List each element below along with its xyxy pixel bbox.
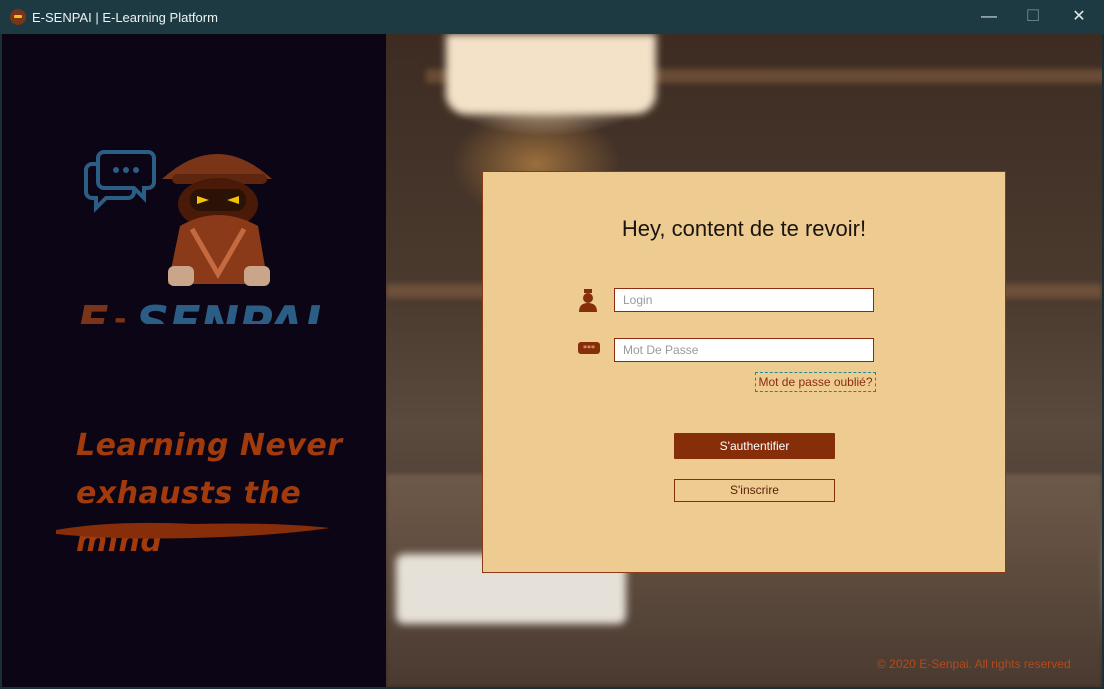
- login-card: Hey, content de te revoir! *** Mot de pa…: [482, 171, 1006, 573]
- forgot-password-link[interactable]: Mot de passe oublié?: [755, 372, 876, 392]
- lamp-shade: [446, 34, 656, 114]
- svg-text:E: E: [77, 296, 108, 324]
- logo-wordmark: E - SENPAI: [77, 296, 321, 324]
- tagline: Learning Never exhausts the mind: [76, 422, 376, 566]
- close-button[interactable]: ✕: [1056, 0, 1102, 34]
- brush-stroke-decoration: [56, 522, 330, 539]
- title-bar: E-SENPAI | E-Learning Platform — ☐ ✕: [0, 0, 1104, 34]
- ninja-mascot-icon: [162, 154, 272, 286]
- minimize-button[interactable]: —: [966, 0, 1012, 34]
- svg-text:-: -: [114, 302, 126, 324]
- register-button[interactable]: S'inscrire: [674, 479, 835, 502]
- chat-bubbles-icon: [84, 150, 156, 213]
- login-heading: Hey, content de te revoir!: [621, 216, 867, 241]
- password-icon: ***: [578, 342, 600, 354]
- copyright-footer: © 2020 E-Senpai. All rights reserved: [877, 657, 1071, 671]
- maximize-button[interactable]: ☐: [1010, 0, 1056, 34]
- password-input[interactable]: [614, 338, 874, 362]
- svg-text:SENPAI: SENPAI: [136, 296, 321, 324]
- user-icon: [579, 289, 597, 312]
- authenticate-button[interactable]: S'authentifier: [674, 433, 835, 459]
- e-senpai-logo: E - SENPAI: [77, 150, 321, 324]
- window-content: E - SENPAI Learning Never exhausts the m…: [2, 34, 1102, 687]
- svg-text:***: ***: [583, 344, 595, 353]
- app-logo-icon: [10, 9, 26, 25]
- window-title: E-SENPAI | E-Learning Platform: [32, 10, 218, 25]
- tagline-line-1: Learning Never: [76, 428, 343, 463]
- login-input[interactable]: [614, 288, 874, 312]
- brand-sidebar: E - SENPAI Learning Never exhausts the m…: [2, 34, 386, 687]
